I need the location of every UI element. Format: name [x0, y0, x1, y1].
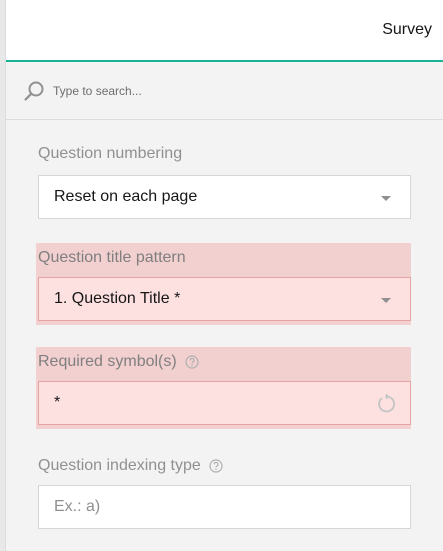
required-symbols-input[interactable]: *	[38, 381, 411, 425]
property-required-symbols: Required symbol(s) *	[36, 347, 411, 429]
question-title-pattern-dropdown[interactable]: 1. Question Title *	[38, 277, 411, 321]
dropdown-value: 1. Question Title *	[54, 290, 181, 307]
property-panel: Question numbering Reset on each page Qu…	[6, 121, 443, 551]
property-grid-header: Survey	[6, 0, 443, 62]
dropdown-value: Reset on each page	[54, 188, 198, 205]
property-question-title-pattern: Question title pattern 1. Question Title…	[36, 243, 411, 325]
property-question-indexing-type: Question indexing type Ex.: a)	[36, 451, 411, 533]
help-icon[interactable]	[185, 355, 199, 369]
chevron-down-icon	[381, 196, 391, 201]
reset-icon[interactable]	[374, 392, 398, 416]
property-label-text: Question numbering	[38, 145, 183, 162]
property-question-numbering: Question numbering Reset on each page	[36, 139, 411, 243]
help-icon[interactable]	[209, 459, 223, 473]
search-icon	[24, 81, 44, 101]
property-label: Question numbering	[38, 145, 182, 163]
chevron-down-icon	[381, 298, 391, 303]
input-placeholder: Ex.: a)	[54, 498, 101, 515]
tab-survey[interactable]: Survey	[382, 21, 432, 39]
search-input[interactable]	[53, 81, 413, 101]
property-label-text: Question title pattern	[38, 249, 186, 266]
property-label: Required symbol(s)	[38, 353, 199, 371]
property-label-text: Required symbol(s)	[38, 353, 177, 370]
property-label-text: Question indexing type	[38, 457, 201, 474]
property-label: Question indexing type	[38, 457, 223, 475]
question-indexing-type-input[interactable]: Ex.: a)	[38, 485, 411, 529]
question-numbering-dropdown[interactable]: Reset on each page	[38, 175, 411, 219]
input-value: *	[54, 394, 61, 411]
property-label: Question title pattern	[38, 249, 186, 267]
search-bar	[6, 62, 443, 120]
